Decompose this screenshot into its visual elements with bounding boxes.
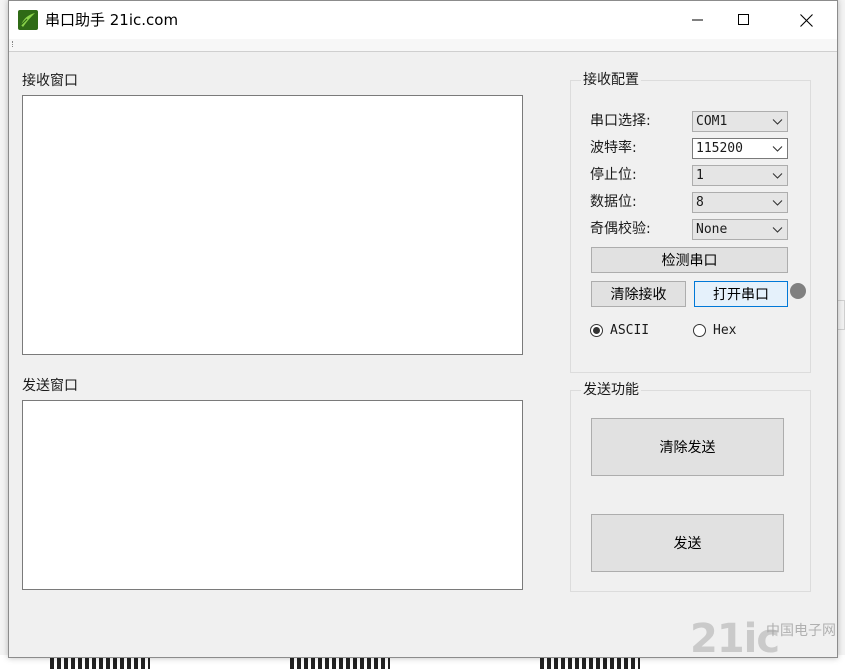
chevron-down-icon: [772, 173, 783, 179]
data-bits-value: 8: [696, 195, 704, 210]
parity-combo[interactable]: None: [692, 219, 788, 240]
chevron-down-icon: [772, 146, 783, 152]
parity-label: 奇偶校验:: [590, 221, 651, 237]
receive-window-label: 接收窗口: [22, 73, 78, 89]
watermark-subtitle: 中国电子网: [766, 623, 836, 639]
ascii-radio-label: ASCII: [610, 323, 650, 338]
background-qr-code: [50, 657, 150, 669]
port-select-value: COM1: [696, 114, 728, 129]
hex-radio-label: Hex: [713, 323, 737, 338]
clear-receive-button[interactable]: 清除接收: [591, 281, 686, 307]
send-button[interactable]: 发送: [591, 514, 784, 572]
minimize-icon: [692, 19, 703, 21]
background-qr-code: [540, 657, 640, 669]
port-select-label: 串口选择:: [590, 113, 651, 129]
port-select-combo[interactable]: COM1: [692, 111, 788, 132]
chevron-down-icon: [772, 227, 783, 233]
maximize-button[interactable]: [721, 1, 767, 39]
maximize-icon: [738, 14, 749, 25]
detect-port-button[interactable]: 检测串口: [591, 247, 788, 273]
stop-bits-value: 1: [696, 168, 704, 183]
chevron-down-icon: [772, 200, 783, 206]
send-function-title: 发送功能: [581, 381, 641, 399]
radio-checked-icon: [590, 324, 603, 337]
app-icon: [18, 10, 38, 30]
menu-strip: [9, 39, 837, 52]
stop-bits-label: 停止位:: [590, 167, 637, 183]
close-icon: [799, 13, 813, 27]
baud-rate-label: 波特率:: [590, 140, 637, 156]
title-bar[interactable]: 串口助手 21ic.com: [9, 1, 837, 39]
send-window-label: 发送窗口: [22, 378, 78, 394]
radio-unchecked-icon: [693, 324, 706, 337]
receive-config-title: 接收配置: [581, 71, 641, 89]
minimize-button[interactable]: [675, 1, 721, 39]
serial-assistant-window: 串口助手 21ic.com 接收窗口 发送窗口 接收配置 串口选择: COM1 …: [8, 0, 838, 658]
close-button[interactable]: [783, 1, 829, 39]
data-bits-combo[interactable]: 8: [692, 192, 788, 213]
baud-rate-combo[interactable]: 115200: [692, 138, 788, 159]
ascii-radio[interactable]: ASCII: [590, 323, 649, 338]
receive-textbox[interactable]: [22, 95, 523, 355]
baud-rate-value: 115200: [696, 141, 743, 156]
background-page-fragment: [837, 300, 845, 330]
send-textbox[interactable]: [22, 400, 523, 590]
clear-send-button[interactable]: 清除发送: [591, 418, 784, 476]
chevron-down-icon: [772, 119, 783, 125]
stop-bits-combo[interactable]: 1: [692, 165, 788, 186]
data-bits-label: 数据位:: [590, 194, 637, 210]
port-status-indicator: [790, 283, 806, 299]
hex-radio[interactable]: Hex: [693, 323, 736, 338]
menu-grip-icon: [12, 41, 15, 47]
background-qr-code: [290, 657, 390, 669]
open-port-button[interactable]: 打开串口: [694, 281, 788, 307]
window-title: 串口助手 21ic.com: [45, 11, 179, 29]
parity-value: None: [696, 222, 728, 237]
